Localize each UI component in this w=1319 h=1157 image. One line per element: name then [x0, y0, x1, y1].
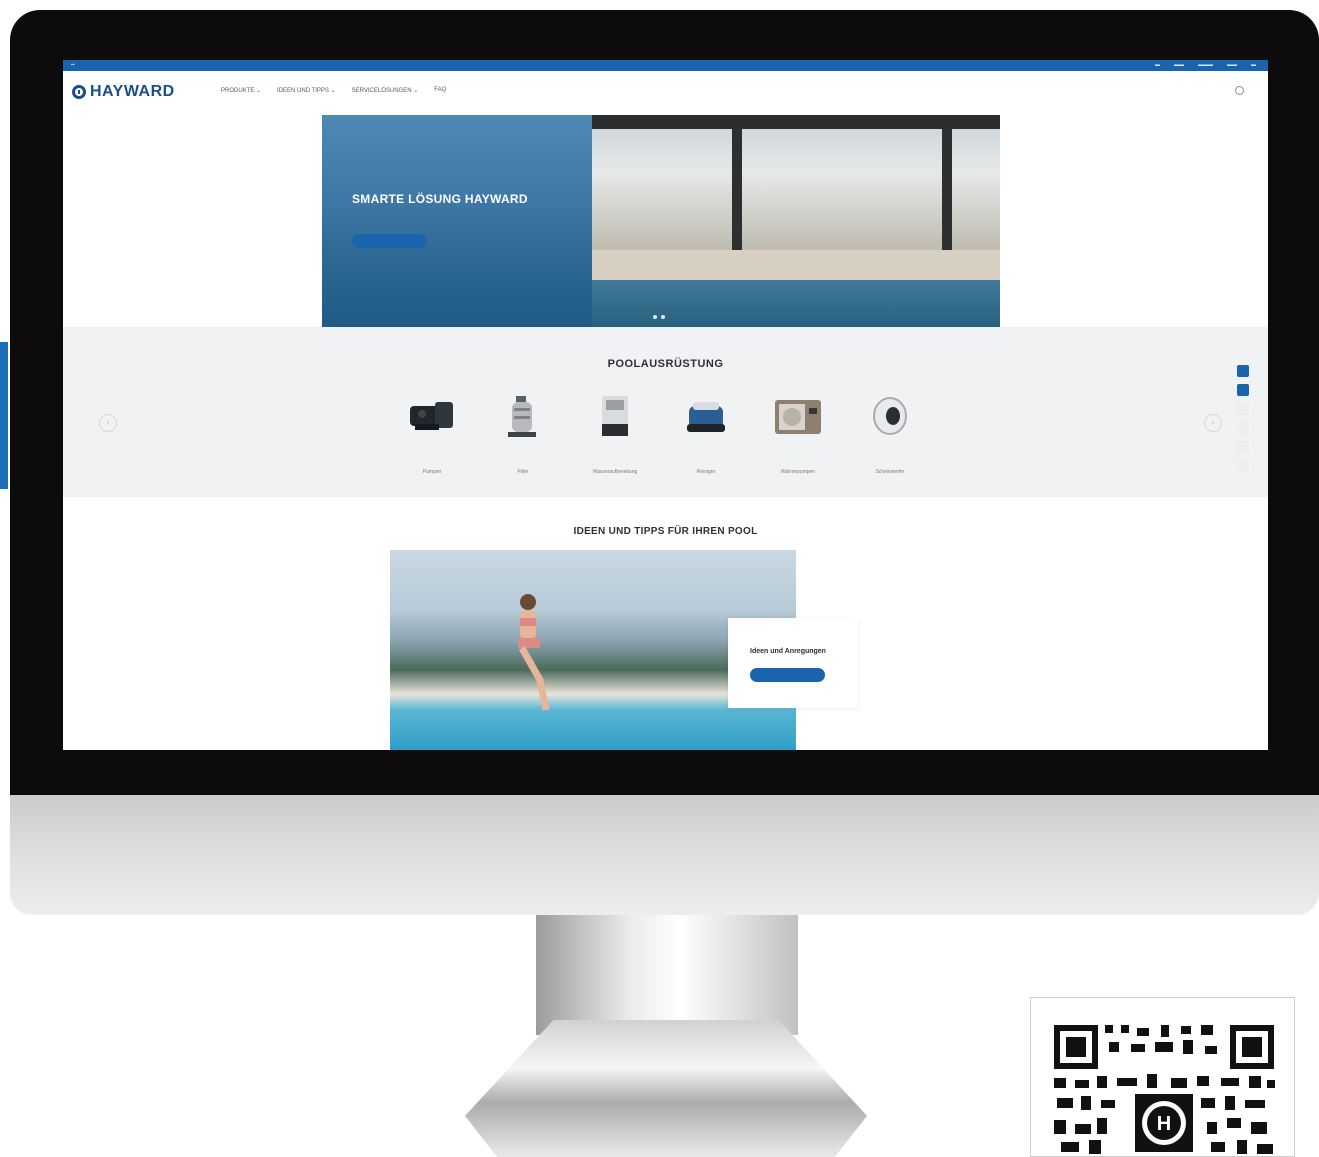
light-icon [873, 397, 907, 435]
ideas-title: IDEEN UND TIPPS FÜR IHREN POOL [573, 526, 758, 537]
product-wasseraufbereitung[interactable]: Wasseraufbereitung [580, 389, 650, 475]
utility-links[interactable]: ▬ ▬▬ ▬▬▬ ▬▬ ▬ [1155, 62, 1256, 68]
facebook-icon[interactable] [1237, 365, 1249, 377]
hero-column [942, 129, 952, 264]
product-filter[interactable]: Filter [488, 389, 558, 475]
qr-center-logo: H [1157, 1113, 1171, 1135]
hayward-logo-icon [72, 85, 86, 99]
product-reiniger[interactable]: Reiniger [671, 389, 741, 475]
carousel-next-button[interactable]: › [1204, 414, 1222, 432]
product-scheinwerfer[interactable]: Scheinwerfer [855, 389, 925, 475]
social-sidebar [1237, 365, 1249, 479]
ideas-card-button[interactable] [750, 668, 825, 682]
hero-pool-deck [592, 250, 1000, 280]
water-treatment-icon [602, 396, 628, 436]
search-icon[interactable] [1235, 86, 1244, 95]
filter-icon [508, 396, 536, 437]
main-navigation: HAYWARD PRODUKTE ⌄ IDEEN UND TIPPS ⌄ SER… [63, 71, 1268, 107]
product-label: Reiniger [696, 469, 716, 475]
slider-dot[interactable] [661, 315, 665, 319]
nav-item-ideen-und-tipps[interactable]: IDEEN UND TIPPS ⌄ [277, 87, 336, 94]
woman-by-pool-image [518, 594, 550, 711]
share-icon[interactable] [1237, 460, 1249, 472]
hero-roof [592, 115, 1000, 129]
utility-link[interactable]: ▬▬ [1227, 62, 1237, 68]
pool-equipment-section: POOLAUSRÜSTUNG ‹ › Pumpen Filter Wassera… [63, 327, 1268, 497]
share-icon[interactable] [1237, 403, 1249, 415]
product-label: Wärmepumpen [780, 469, 816, 475]
hero-title: SMARTE LÖSUNG HAYWARD [352, 192, 528, 206]
language-selector[interactable]: ▪▪ [71, 62, 75, 68]
cleaner-icon [687, 402, 725, 432]
product-label: Filter [517, 469, 529, 475]
screen: ▪▪ ▬ ▬▬ ▬▬▬ ▬▬ ▬ HAYWARD PRODUKTE ⌄ IDEE… [63, 60, 1268, 750]
utility-link[interactable]: ▬▬▬ [1198, 62, 1213, 68]
hero-slider-dots [653, 315, 665, 319]
top-utility-bar: ▪▪ ▬ ▬▬ ▬▬▬ ▬▬ ▬ [63, 60, 1268, 71]
hero-house-image [592, 115, 1000, 260]
monitor-stand-neck [536, 915, 798, 1035]
monitor-chin [10, 795, 1319, 915]
ideas-card: Ideen und Anregungen [728, 618, 858, 708]
product-label: Pumpen [422, 469, 442, 475]
logo-text: HAYWARD [90, 83, 175, 100]
monitor-stand-base [465, 1020, 867, 1157]
product-warmepumpen[interactable]: Wärmepumpen [763, 389, 833, 475]
qr-code: H [1030, 997, 1295, 1157]
share-icon[interactable] [1237, 441, 1249, 453]
hero-overlay-panel [322, 115, 592, 327]
pump-icon [410, 402, 453, 430]
share-icon[interactable] [1237, 422, 1249, 434]
left-accent-bar [0, 342, 8, 489]
product-pumpen[interactable]: Pumpen [397, 389, 467, 475]
equipment-title: POOLAUSRÜSTUNG [607, 358, 724, 370]
heat-pump-icon [775, 400, 821, 434]
utility-link[interactable]: ▬ [1155, 62, 1160, 68]
nav-item-faq[interactable]: FAQ [434, 87, 446, 94]
utility-link[interactable]: ▬ [1251, 62, 1256, 68]
hayward-logo[interactable]: HAYWARD [72, 83, 175, 101]
youtube-icon[interactable] [1237, 384, 1249, 396]
hero-cta-button[interactable] [352, 234, 427, 248]
carousel-prev-button[interactable]: ‹ [99, 414, 117, 432]
product-label: Scheinwerfer [875, 469, 905, 475]
slider-dot[interactable] [653, 315, 657, 319]
nav-item-produkte[interactable]: PRODUKTE ⌄ [221, 87, 261, 94]
nav-menu: PRODUKTE ⌄ IDEEN UND TIPPS ⌄ SERVICELÖSU… [221, 87, 446, 94]
utility-link[interactable]: ▬▬ [1174, 62, 1184, 68]
ideas-card-label: Ideen und Anregungen [750, 648, 826, 655]
product-label: Wasseraufbereitung [592, 469, 638, 475]
nav-item-servicelosungen[interactable]: SERVICELÖSUNGEN ⌄ [352, 87, 419, 94]
hero-pool-water [592, 280, 1000, 327]
hero-column [732, 129, 742, 264]
hero-banner[interactable]: SMARTE LÖSUNG HAYWARD [322, 115, 1000, 327]
qr-code-image: H [1054, 1025, 1275, 1154]
